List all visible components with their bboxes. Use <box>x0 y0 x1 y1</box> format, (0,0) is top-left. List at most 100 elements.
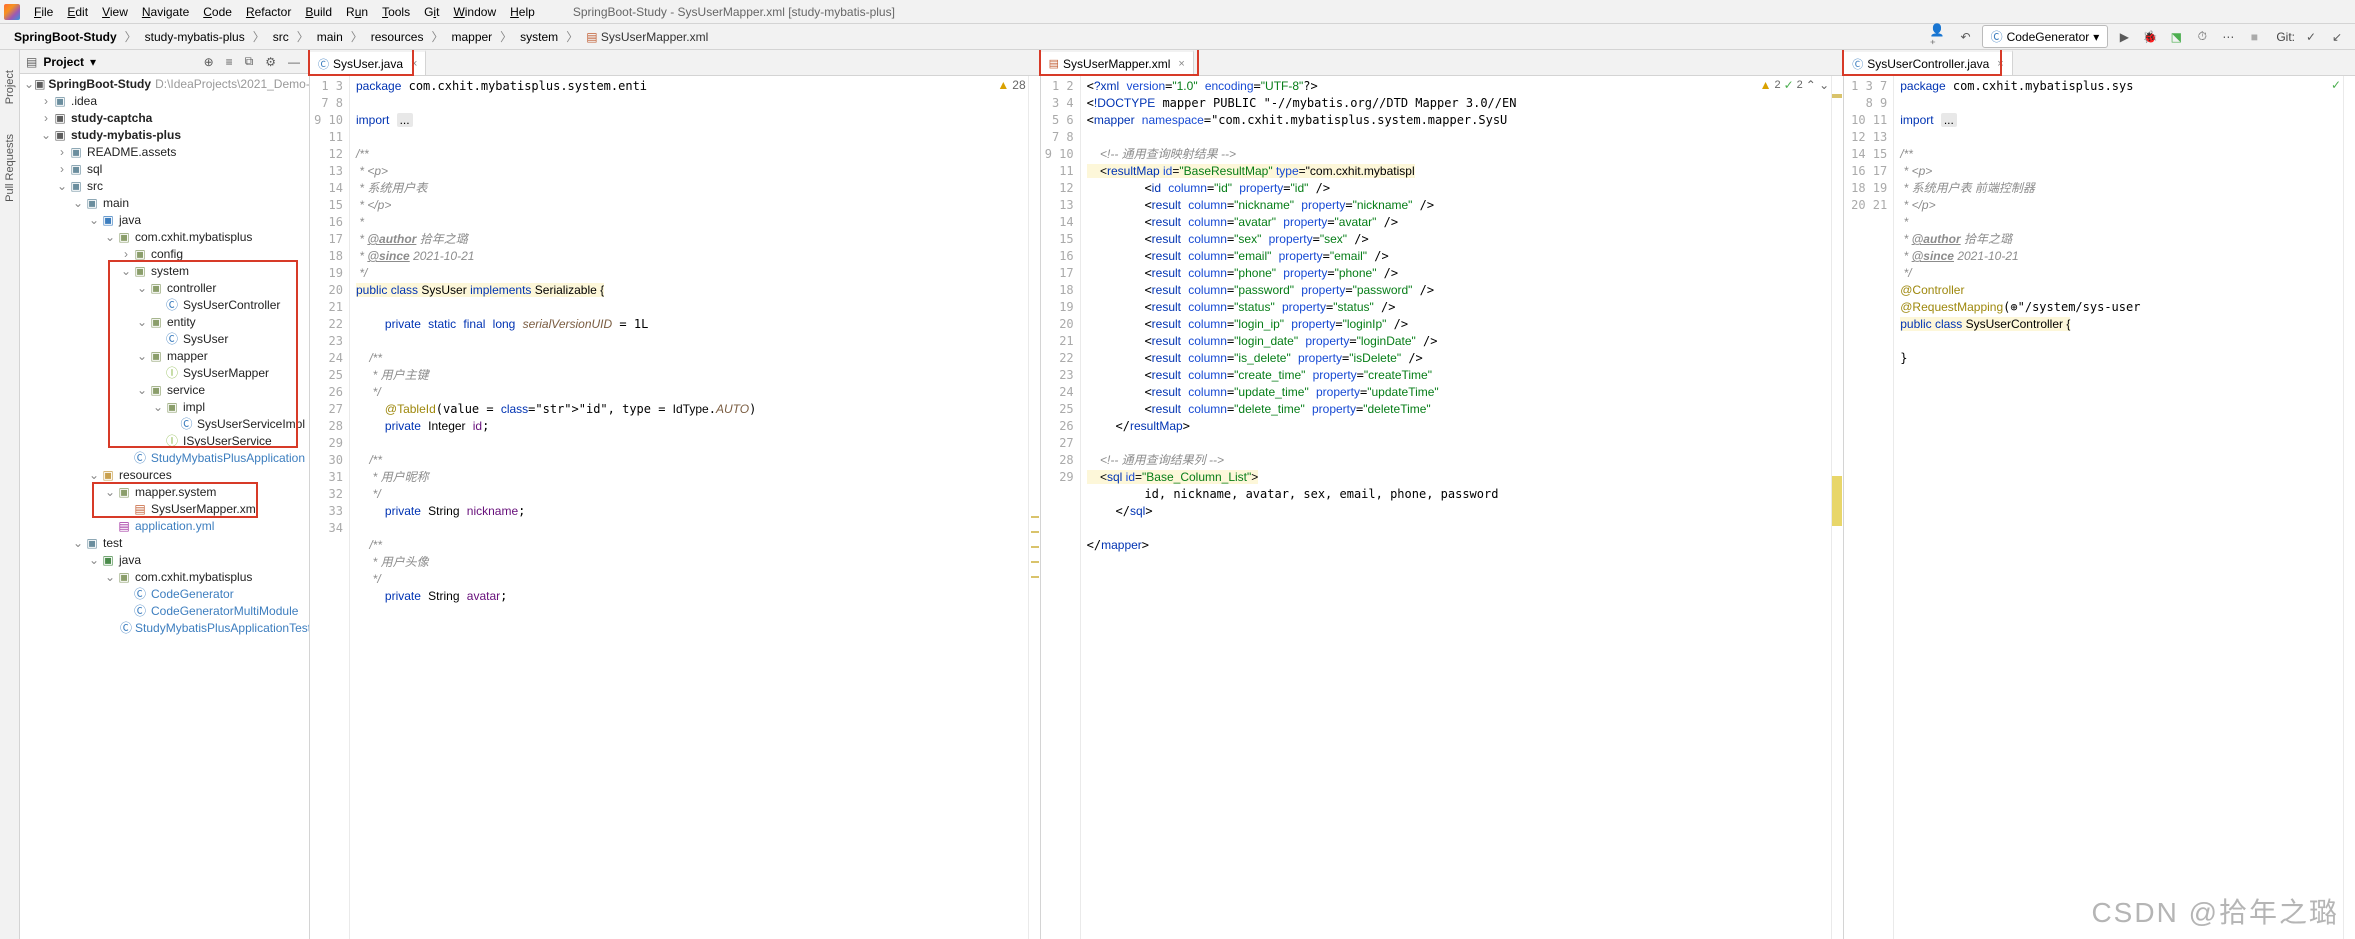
marker-bar-1[interactable] <box>1028 76 1040 939</box>
crumb-6[interactable]: system <box>514 28 564 46</box>
tab-sysuser-java[interactable]: ⒸSysUser.java× <box>310 50 426 75</box>
tree-item[interactable]: ⒸStudyMybatisPlusApplicationTests <box>20 620 309 637</box>
tab-sysusermapper-xml[interactable]: ▤SysUserMapper.xml× <box>1041 50 1194 75</box>
tree-item[interactable]: ⒸSysUserServiceImpl <box>20 416 309 433</box>
tree-item[interactable]: ⌄▣impl <box>20 399 309 416</box>
window-title: SpringBoot-Study - SysUserMapper.xml [st… <box>573 5 895 19</box>
navigation-bar: SpringBoot-Study〉 study-mybatis-plus〉 sr… <box>0 24 2355 50</box>
tree-item[interactable]: ⌄▣java <box>20 212 309 229</box>
close-icon[interactable]: × <box>1997 58 2003 70</box>
left-tool-rail: Project Pull Requests <box>0 50 20 939</box>
editor1-status: ▲28 <box>997 78 1025 92</box>
editor-pane-1: ⒸSysUser.java× ▲28 1 3 7 8 9 10 11 12 13… <box>310 50 1041 939</box>
collapse-icon[interactable]: ⧉ <box>242 54 257 69</box>
tree-item[interactable]: ⒾSysUserMapper <box>20 365 309 382</box>
tree-item[interactable]: ⌄▣mapper <box>20 348 309 365</box>
code-area-2[interactable]: ▲2 ✓2 ⌃ ⌄ 1 2 3 4 5 6 7 8 9 10 11 12 13 … <box>1041 76 1844 939</box>
tree-item[interactable]: ⒸStudyMybatisPlusApplication <box>20 450 309 467</box>
tree-item[interactable]: ⌄▣mapper.system <box>20 484 309 501</box>
tree-item[interactable]: ›▣README.assets <box>20 144 309 161</box>
menu-run[interactable]: Run <box>340 3 374 21</box>
menu-git[interactable]: Git <box>418 3 445 21</box>
tree-item[interactable]: ⒸSysUser <box>20 331 309 348</box>
tree-item[interactable]: ⌄▣java <box>20 552 309 569</box>
tree-item[interactable]: ›▣sql <box>20 161 309 178</box>
attach-icon[interactable]: ⋯ <box>2218 27 2238 47</box>
tree-item[interactable]: ›▣study-captcha <box>20 110 309 127</box>
marker-bar-3[interactable] <box>2343 76 2355 939</box>
tree-item[interactable]: ⒸSysUserController <box>20 297 309 314</box>
rail-project[interactable]: Project <box>4 70 16 104</box>
tree-root[interactable]: ⌄▣SpringBoot-StudyD:\IdeaProjects\2021_D… <box>20 76 309 93</box>
code-2[interactable]: <?xml version="1.0" encoding="UTF-8"?> <… <box>1081 76 1832 939</box>
menu-window[interactable]: Window <box>447 3 502 21</box>
stop-icon[interactable]: ■ <box>2244 27 2264 47</box>
tree-item[interactable]: ⌄▣com.cxhit.mybatisplus <box>20 569 309 586</box>
tree-item[interactable]: ▤SysUserMapper.xml <box>20 501 309 518</box>
expand-all-icon[interactable]: ≡ <box>223 55 236 69</box>
tree-item[interactable]: ⌄▣src <box>20 178 309 195</box>
select-opened-icon[interactable]: ⊕ <box>201 55 217 69</box>
tree-item[interactable]: ›▣config <box>20 246 309 263</box>
crumb-5[interactable]: mapper <box>445 28 498 46</box>
tree-item[interactable]: ⌄▣controller <box>20 280 309 297</box>
tab-strip-3: ⒸSysUserController.java× <box>1844 50 2355 76</box>
tree-item[interactable]: ⒸCodeGeneratorMultiModule <box>20 603 309 620</box>
menu-view[interactable]: View <box>96 3 134 21</box>
menu-help[interactable]: Help <box>504 3 541 21</box>
back-icon[interactable]: ↶ <box>1956 27 1976 47</box>
editor-pane-2: ▤SysUserMapper.xml× ▲2 ✓2 ⌃ ⌄ 1 2 3 4 5 … <box>1041 50 1845 939</box>
tree-item[interactable]: ›▣.idea <box>20 93 309 110</box>
tree-item[interactable]: ⌄▣test <box>20 535 309 552</box>
tab-sysusercontroller-java[interactable]: ⒸSysUserController.java× <box>1844 50 2012 75</box>
menu-bar: File Edit View Navigate Code Refactor Bu… <box>0 0 2355 24</box>
settings-icon[interactable]: ⚙ <box>262 55 279 69</box>
crumb-2[interactable]: src <box>267 28 295 46</box>
tree-item[interactable]: ⌄▣entity <box>20 314 309 331</box>
tree-item[interactable]: ⌄▣resources <box>20 467 309 484</box>
menu-edit[interactable]: Edit <box>61 3 94 21</box>
menu-code[interactable]: Code <box>197 3 238 21</box>
rail-pull-requests[interactable]: Pull Requests <box>4 134 16 202</box>
coverage-icon[interactable]: ⬔ <box>2166 27 2186 47</box>
close-icon[interactable]: × <box>411 58 417 70</box>
run-icon[interactable]: ▶ <box>2114 27 2134 47</box>
code-1[interactable]: package com.cxhit.mybatisplus.system.ent… <box>350 76 1028 939</box>
editor-pane-3: ⒸSysUserController.java× ✓ 1 3 7 8 9 10 … <box>1844 50 2355 939</box>
user-icon[interactable]: 👤⁺ <box>1930 27 1950 47</box>
tree-item[interactable]: ⌄▣system <box>20 263 309 280</box>
editor2-status: ▲2 ✓2 ⌃ ⌄ <box>1760 78 1830 92</box>
gutter-3: 1 3 7 8 9 10 11 12 13 14 15 16 17 18 19 … <box>1844 76 1894 939</box>
git-update-icon[interactable]: ↙ <box>2327 27 2347 47</box>
tree-item[interactable]: ⒾISysUserService <box>20 433 309 450</box>
run-config-selector[interactable]: ⒸCodeGenerator ▾ <box>1982 25 2109 48</box>
code-area-1[interactable]: ▲28 1 3 7 8 9 10 11 12 13 14 15 16 17 18… <box>310 76 1040 939</box>
tree-item[interactable]: ⒸCodeGenerator <box>20 586 309 603</box>
menu-build[interactable]: Build <box>299 3 338 21</box>
crumb-1[interactable]: study-mybatis-plus <box>139 28 251 46</box>
main-area: Project Pull Requests ▤ Project ▾ ⊕ ≡ ⧉ … <box>0 50 2355 939</box>
marker-bar-2[interactable] <box>1831 76 1843 939</box>
tree-item[interactable]: ⌄▣service <box>20 382 309 399</box>
menu-navigate[interactable]: Navigate <box>136 3 195 21</box>
tree-item[interactable]: ⌄▣main <box>20 195 309 212</box>
project-tree[interactable]: ⌄▣SpringBoot-StudyD:\IdeaProjects\2021_D… <box>20 74 309 939</box>
git-commit-icon[interactable]: ✓ <box>2301 27 2321 47</box>
code-3[interactable]: package com.cxhit.mybatisplus.sys import… <box>1894 76 2343 939</box>
code-area-3[interactable]: ✓ 1 3 7 8 9 10 11 12 13 14 15 16 17 18 1… <box>1844 76 2355 939</box>
crumb-0[interactable]: SpringBoot-Study <box>8 28 123 46</box>
close-icon[interactable]: × <box>1178 58 1184 70</box>
tree-item[interactable]: ⌄▣com.cxhit.mybatisplus <box>20 229 309 246</box>
hide-icon[interactable]: — <box>285 55 303 69</box>
crumb-7[interactable]: ▤ SysUserMapper.xml <box>580 28 714 46</box>
profile-icon[interactable]: ⏱ <box>2192 27 2212 47</box>
menu-refactor[interactable]: Refactor <box>240 3 297 21</box>
tree-item[interactable]: ⌄▣study-mybatis-plus <box>20 127 309 144</box>
crumb-3[interactable]: main <box>311 28 349 46</box>
debug-icon[interactable]: 🐞 <box>2140 27 2160 47</box>
menu-file[interactable]: File <box>28 3 59 21</box>
crumb-4[interactable]: resources <box>365 28 430 46</box>
menu-tools[interactable]: Tools <box>376 3 416 21</box>
tree-item[interactable]: ▤application.yml <box>20 518 309 535</box>
editor-group: ⒸSysUser.java× ▲28 1 3 7 8 9 10 11 12 13… <box>310 50 2355 939</box>
